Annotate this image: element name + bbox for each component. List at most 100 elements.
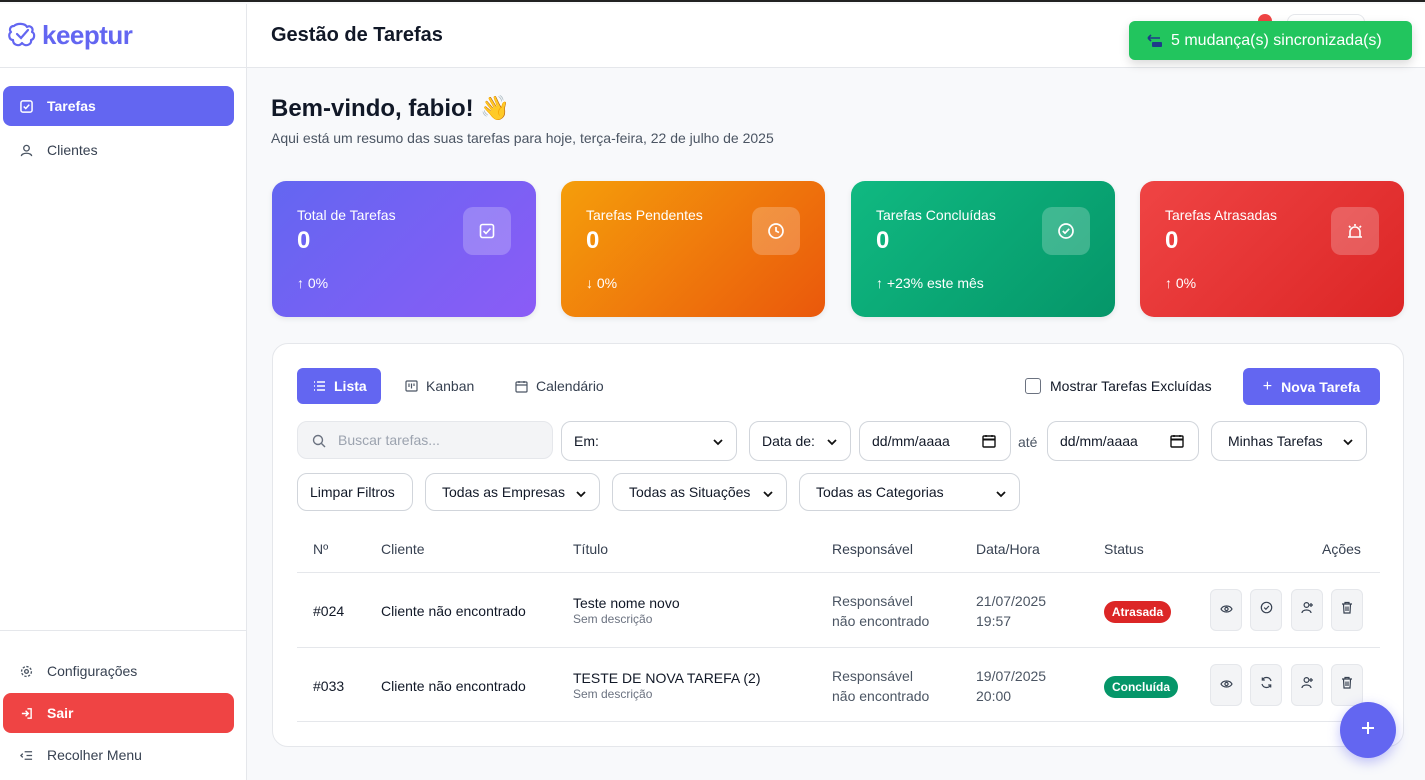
table-row[interactable]: #024 Cliente não encontrado Teste nome n… — [297, 572, 1380, 647]
check-circle-icon — [1042, 207, 1090, 255]
owner-filter-value: Minhas Tarefas — [1228, 433, 1323, 449]
plus-icon — [1360, 720, 1376, 741]
eye-icon — [1219, 601, 1233, 619]
status-badge: Atrasada — [1104, 601, 1171, 623]
view-task-button[interactable] — [1210, 589, 1242, 631]
stat-value: 0 — [876, 227, 890, 254]
task-date: 19/07/2025 — [976, 668, 1047, 684]
stat-value: 0 — [1165, 227, 1179, 254]
welcome-subtitle: Aqui está um resumo das suas tarefas par… — [271, 130, 774, 146]
task-date: 21/07/2025 — [976, 593, 1047, 609]
column-header-status: Status — [1104, 541, 1144, 557]
table-row[interactable]: #033 Cliente não encontrado TESTE DE NOV… — [297, 647, 1380, 722]
search-input[interactable]: Buscar tarefas... — [297, 421, 553, 459]
show-deleted-label: Mostrar Tarefas Excluídas — [1050, 378, 1212, 394]
complete-task-button[interactable] — [1250, 589, 1282, 631]
welcome-title: Bem-vindo, fabio! 👋 — [271, 95, 511, 122]
user-plus-icon — [1300, 676, 1314, 694]
companies-value: Todas as Empresas — [442, 484, 565, 500]
delete-task-button[interactable] — [1331, 664, 1363, 706]
stat-trend: ↑ 0% — [297, 275, 329, 291]
sidebar-item-configuracoes[interactable]: Configurações — [3, 651, 234, 691]
task-time: 19:57 — [976, 613, 1012, 629]
new-task-label: Nova Tarefa — [1281, 378, 1361, 395]
logo[interactable]: keeptur — [0, 4, 246, 68]
new-task-button[interactable]: + Nova Tarefa — [1243, 368, 1380, 405]
task-client: Cliente não encontrado — [381, 603, 526, 619]
column-header-num: Nº — [313, 541, 329, 557]
stat-label: Tarefas Concluídas — [876, 207, 996, 223]
logout-icon — [19, 706, 33, 720]
check-square-icon — [463, 207, 511, 255]
stat-card-atrasadas: Tarefas Atrasadas 0 ↑ 0% — [1140, 181, 1404, 317]
categories-value: Todas as Categorias — [816, 484, 944, 500]
date-to-input[interactable]: dd/mm/aaaa — [1047, 421, 1199, 461]
situations-select[interactable]: Todas as Situações — [612, 473, 787, 511]
show-deleted-toggle[interactable]: Mostrar Tarefas Excluídas — [1025, 378, 1212, 394]
sync-toast: 5 mudança(s) sincronizada(s) — [1129, 21, 1412, 60]
tab-calendario[interactable]: Calendário — [499, 368, 618, 404]
task-description: Sem descrição — [573, 687, 653, 701]
calendar-icon[interactable] — [982, 434, 996, 451]
view-task-button[interactable] — [1210, 664, 1242, 706]
sidebar-item-label: Sair — [47, 705, 74, 721]
user-plus-icon — [1300, 601, 1314, 619]
task-title-cell: TESTE DE NOVA TAREFA (2) Sem descrição — [573, 670, 761, 701]
stat-card-pendentes: Tarefas Pendentes 0 ↓ 0% — [561, 181, 825, 317]
tab-kanban[interactable]: Kanban — [389, 368, 488, 404]
assign-user-button[interactable] — [1291, 664, 1323, 706]
page-title: Gestão de Tarefas — [271, 24, 443, 46]
reopen-task-button[interactable] — [1250, 664, 1282, 706]
companies-select[interactable]: Todas as Empresas — [425, 473, 600, 511]
clear-filters-label: Limpar Filtros — [310, 484, 395, 500]
sidebar-item-label: Configurações — [47, 663, 138, 679]
em-select-value: Em: — [574, 433, 599, 449]
sidebar-item-clientes[interactable]: Clientes — [3, 130, 234, 170]
date-type-value: Data de: — [762, 433, 815, 449]
kanban-icon — [405, 380, 418, 392]
trash-icon — [1341, 601, 1353, 619]
date-type-select[interactable]: Data de: — [749, 421, 851, 461]
task-title-cell: Teste nome novo Sem descrição — [573, 595, 680, 626]
sidebar-item-tarefas[interactable]: Tarefas — [3, 86, 234, 126]
tab-label: Lista — [334, 378, 367, 394]
column-header-datetime: Data/Hora — [976, 541, 1040, 557]
chevron-down-icon — [575, 487, 587, 503]
stat-card-concluidas: Tarefas Concluídas 0 ↑ +23% este mês — [851, 181, 1115, 317]
logout-button[interactable]: Sair — [3, 693, 234, 733]
sidebar-item-label: Clientes — [47, 142, 98, 158]
eye-icon — [1219, 676, 1233, 694]
clear-filters-button[interactable]: Limpar Filtros — [297, 473, 413, 511]
owner-filter-select[interactable]: Minhas Tarefas — [1211, 421, 1367, 461]
delete-task-button[interactable] — [1331, 589, 1363, 631]
assign-user-button[interactable] — [1291, 589, 1323, 631]
calendar-icon[interactable] — [1170, 434, 1184, 451]
alarm-icon — [1331, 207, 1379, 255]
date-from-value: dd/mm/aaaa — [872, 433, 950, 449]
user-icon — [19, 143, 33, 157]
tab-label: Calendário — [536, 378, 604, 394]
calendar-icon — [515, 380, 528, 393]
task-description: Sem descrição — [573, 612, 653, 626]
show-deleted-checkbox[interactable] — [1025, 378, 1041, 394]
tab-lista[interactable]: Lista — [297, 368, 381, 404]
situations-value: Todas as Situações — [629, 484, 751, 500]
collapse-menu-button[interactable]: Recolher Menu — [3, 735, 234, 775]
check-square-icon — [19, 99, 33, 113]
stat-value: 0 — [586, 227, 600, 254]
trash-icon — [1341, 676, 1353, 694]
em-select[interactable]: Em: — [561, 421, 737, 461]
tab-label: Kanban — [426, 378, 475, 394]
task-owner: Responsável não encontrado — [832, 591, 929, 631]
task-title: TESTE DE NOVA TAREFA (2) — [573, 670, 761, 686]
chevron-down-icon — [1342, 435, 1354, 451]
sidebar-nav: Tarefas Clientes — [0, 68, 246, 170]
categories-select[interactable]: Todas as Categorias — [799, 473, 1020, 511]
add-task-fab[interactable] — [1340, 702, 1396, 758]
task-datetime: 21/07/2025 19:57 — [976, 591, 1046, 631]
date-from-input[interactable]: dd/mm/aaaa — [859, 421, 1011, 461]
date-until-label: até — [1018, 434, 1038, 450]
search-placeholder: Buscar tarefas... — [338, 432, 440, 448]
refresh-icon — [1260, 676, 1273, 694]
task-owner-line1: Responsável — [832, 668, 913, 684]
